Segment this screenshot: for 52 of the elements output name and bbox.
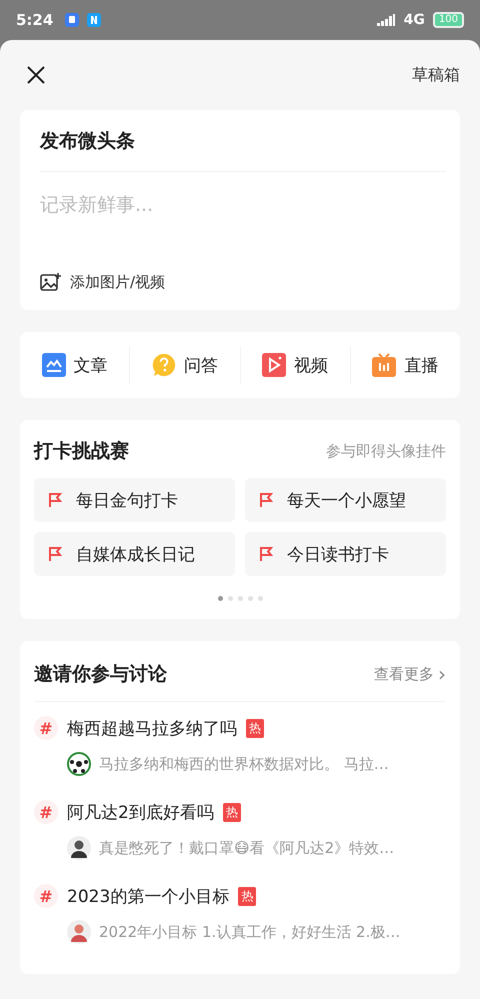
image-add-icon	[40, 272, 62, 292]
hot-badge: 热	[222, 802, 241, 822]
app-notification-icon	[87, 13, 102, 27]
section-title: 邀请你参与讨论	[34, 662, 167, 687]
topic-title[interactable]: 2023的第一个小目标	[67, 884, 230, 908]
hashtag-badge: #	[34, 884, 58, 908]
challenge-chip[interactable]: 每日金句打卡	[34, 478, 235, 522]
page-dot[interactable]	[218, 596, 222, 601]
post-type-button[interactable]: 问答	[130, 353, 240, 377]
avatar-icon	[67, 836, 91, 860]
avatar-icon	[67, 920, 91, 944]
add-media-button[interactable]: 添加图片/视频	[40, 272, 166, 292]
status-time: 5:24	[16, 11, 54, 29]
flag-icon	[259, 546, 273, 562]
drafts-button[interactable]: 草稿箱	[412, 64, 460, 86]
page-dot[interactable]	[238, 596, 242, 601]
post-type-button[interactable]: 视频	[240, 353, 350, 377]
topic-title[interactable]: 梅西超越马拉多纳了吗	[67, 716, 237, 740]
composer-title: 发布微头条	[40, 129, 136, 154]
flag-icon	[259, 492, 273, 508]
section-hint: 参与即得头像挂件	[326, 442, 446, 460]
page-dot[interactable]	[228, 596, 232, 601]
hot-badge: 热	[246, 718, 264, 738]
see-more-link[interactable]: 查看更多 ›	[374, 664, 446, 684]
question-bubble-icon	[152, 353, 176, 377]
flag-icon	[48, 546, 62, 562]
post-type-button[interactable]: 文章	[20, 353, 130, 377]
soccer-ball-icon	[67, 752, 91, 776]
challenge-chip[interactable]: 每天一个小愿望	[245, 478, 446, 522]
topic-title[interactable]: 阿凡达2到底好看吗	[67, 800, 214, 824]
topic-excerpt: 真是憋死了！戴口罩😷看《阿凡达2》特效…	[99, 838, 394, 858]
challenge-chip[interactable]: 今日读书打卡	[245, 532, 446, 576]
post-type-button[interactable]: 直播	[350, 353, 460, 377]
topic-excerpt: 2022年小目标 1.认真工作，好好生活 2.极…	[99, 922, 400, 942]
signal-icon	[376, 14, 396, 26]
network-type: 4G	[404, 12, 425, 28]
chart-icon	[42, 353, 66, 377]
section-title: 打卡挑战赛	[34, 439, 129, 464]
battery-indicator: 100	[432, 12, 464, 28]
app-notification-icon	[65, 13, 80, 27]
page-dot[interactable]	[248, 596, 252, 601]
close-icon	[26, 65, 46, 85]
flag-icon	[48, 492, 62, 508]
post-composer[interactable]: 发布微头条 记录新鲜事... 添加图片/视频	[20, 110, 460, 310]
hot-badge: 热	[238, 886, 256, 906]
play-icon	[262, 353, 286, 377]
page-dot[interactable]	[258, 596, 262, 601]
topic-excerpt: 马拉多纳和梅西的世界杯数据对比。 马拉…	[99, 754, 389, 774]
hashtag-badge: #	[34, 716, 58, 740]
challenge-chip[interactable]: 自媒体成长日记	[34, 532, 235, 576]
hashtag-badge: #	[34, 800, 58, 824]
tv-icon	[372, 353, 396, 377]
